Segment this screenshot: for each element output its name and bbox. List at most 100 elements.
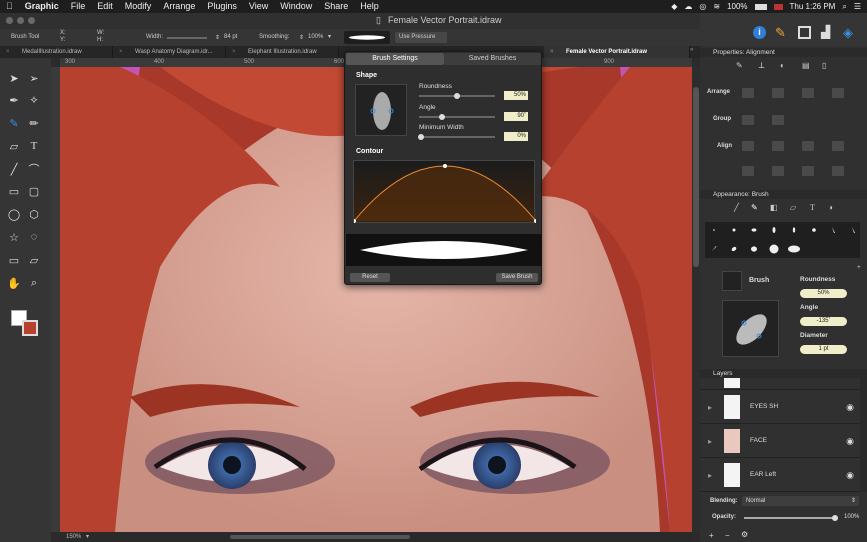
direct-selection-tool-icon[interactable]: ➢ <box>26 70 42 86</box>
spotlight-icon[interactable]: ⌕ <box>842 2 846 12</box>
brush-style-icon[interactable]: ✎ <box>751 203 758 212</box>
distribute-h-icon[interactable] <box>832 141 844 151</box>
minimize-window-button[interactable] <box>17 17 24 24</box>
layer-row[interactable]: ▸ EYES SH ◉ <box>700 391 860 424</box>
width-value[interactable]: 84 pt <box>224 34 237 40</box>
align-top-icon[interactable] <box>742 166 754 176</box>
ellipse-tool-icon[interactable]: ◯ <box>6 206 22 222</box>
roundness-value[interactable]: 50% <box>504 91 528 100</box>
zoom-dropdown-icon[interactable]: ▾ <box>86 533 89 540</box>
slice-tool-icon[interactable]: ▭ <box>6 252 22 268</box>
stroke-color-swatch[interactable] <box>22 320 38 336</box>
bring-front-icon[interactable] <box>742 88 754 98</box>
blending-dropdown[interactable]: Normal ⇕ <box>742 496 859 506</box>
cloud-icon[interactable]: ☁ <box>684 2 692 11</box>
skew-tool-icon[interactable]: ▱ <box>26 252 42 268</box>
pen-tool-icon[interactable]: ✒ <box>6 92 22 108</box>
brush-shape-preview[interactable] <box>722 300 779 357</box>
send-backward-icon[interactable] <box>802 88 814 98</box>
width-slider[interactable] <box>167 37 207 39</box>
visibility-eye-icon[interactable]: ◉ <box>846 436 854 447</box>
close-tab-icon[interactable]: × <box>550 46 554 58</box>
group-icon[interactable] <box>742 115 754 125</box>
menu-file[interactable]: File <box>65 0 92 13</box>
appearance-diameter-stepper[interactable]: 1 pt <box>800 345 847 354</box>
tab-brush-settings[interactable]: Brush Settings <box>346 53 444 65</box>
arc-tool-icon[interactable]: ⌒ <box>26 161 42 177</box>
close-tab-icon[interactable]: × <box>232 46 236 58</box>
align-bottom-icon[interactable] <box>802 166 814 176</box>
angle-slider[interactable] <box>419 114 495 120</box>
layers-scrollbar[interactable] <box>860 378 867 492</box>
align-center-icon[interactable] <box>772 141 784 151</box>
close-tab-icon[interactable]: × <box>6 46 10 58</box>
menu-share[interactable]: Share <box>318 0 354 13</box>
reset-button[interactable]: Reset <box>350 273 390 282</box>
info-icon[interactable]: i <box>753 26 766 39</box>
grid-icon[interactable] <box>798 26 811 39</box>
layer-row[interactable] <box>700 378 860 390</box>
width-stepper-icon[interactable]: ⇕ <box>215 34 220 41</box>
min-width-slider[interactable] <box>417 134 495 140</box>
align-right-icon[interactable] <box>802 141 814 151</box>
wifi-icon[interactable]: ≋ <box>713 2 720 11</box>
opacity-slider[interactable] <box>744 515 838 521</box>
menu-view[interactable]: View <box>243 0 274 13</box>
horizontal-scrollbar[interactable] <box>230 535 410 539</box>
selection-tool-icon[interactable]: ➤ <box>6 70 22 86</box>
visibility-eye-icon[interactable]: ◉ <box>846 470 854 481</box>
rectangle-tool-icon[interactable]: ▭ <box>6 183 22 199</box>
effects-icon[interactable]: ◑ <box>828 203 833 212</box>
line-icon[interactable]: ╱ <box>734 203 739 212</box>
pencil-tool-icon[interactable]: ✏ <box>26 115 42 131</box>
menu-edit[interactable]: Edit <box>91 0 119 13</box>
tab-medal[interactable]: × MedalIllustration.idraw <box>0 46 113 58</box>
menu-modify[interactable]: Modify <box>119 0 158 13</box>
close-tab-icon[interactable]: × <box>119 46 123 58</box>
ruler-icon[interactable]: ✎ <box>775 25 786 41</box>
add-layer-icon[interactable]: + <box>709 531 714 540</box>
contour-graph[interactable] <box>352 160 538 223</box>
line-tool-icon[interactable]: ╱ <box>6 161 22 177</box>
scroll-thumb[interactable] <box>693 87 699 267</box>
sync-icon[interactable]: ◎ <box>699 2 706 11</box>
menu-window[interactable]: Window <box>274 0 318 13</box>
zoom-level[interactable]: 150% <box>66 534 81 540</box>
layer-options-gear-icon[interactable]: ⚙ <box>741 530 748 539</box>
tab-saved-brushes[interactable]: Saved Brushes <box>444 53 541 65</box>
disclosure-arrow-icon[interactable]: ▸ <box>708 471 712 480</box>
send-back-icon[interactable] <box>832 88 844 98</box>
dropbox-icon[interactable]: ◆ <box>671 2 677 11</box>
layer-row[interactable]: ▸ EAR Left ◉ <box>700 459 860 492</box>
align-left-icon[interactable] <box>742 141 754 151</box>
appearance-angle-stepper[interactable]: -135˚ <box>800 317 847 326</box>
pen-style-icon[interactable]: ✎ <box>736 61 743 70</box>
close-window-button[interactable] <box>6 17 13 24</box>
layers-icon[interactable]: ◈ <box>843 25 853 41</box>
text-tool-icon[interactable]: T <box>26 138 42 154</box>
opacity-value[interactable]: 100% <box>844 514 859 520</box>
vertical-ruler[interactable] <box>51 67 60 532</box>
fill-icon[interactable]: ◧ <box>770 203 778 212</box>
angle-value[interactable]: 90˚ <box>504 112 528 121</box>
tab-female-portrait[interactable]: × Female Vector Portrait.idraw <box>544 46 690 58</box>
pressure-dropdown[interactable]: Use Pressure <box>395 32 447 43</box>
roundness-slider[interactable] <box>419 93 495 99</box>
tab-overflow-icon[interactable]: » <box>690 47 693 53</box>
polygon-tool-icon[interactable]: ⬡ <box>26 206 42 222</box>
disclosure-arrow-icon[interactable]: ▸ <box>708 403 712 412</box>
tab-elephant[interactable]: × Elephant Illustration.idraw <box>226 46 339 58</box>
angle-slider-knob[interactable] <box>438 114 445 120</box>
min-width-slider-knob[interactable] <box>417 134 424 140</box>
spiral-tool-icon[interactable]: ◌ <box>26 229 42 245</box>
shadow-icon[interactable]: ◐ <box>780 61 785 70</box>
min-width-value[interactable]: 0% <box>504 132 528 141</box>
brush-swatch[interactable] <box>722 271 742 291</box>
menu-help[interactable]: Help <box>354 0 385 13</box>
paint-roller-icon[interactable]: ▟ <box>821 25 830 39</box>
flag-icon[interactable] <box>773 3 783 10</box>
shape-preview[interactable] <box>355 84 407 136</box>
align-tab-icon[interactable]: ⊥ <box>758 61 765 70</box>
text-style-icon[interactable]: T <box>810 203 815 212</box>
anchor-tool-icon[interactable]: ⟡ <box>26 92 42 108</box>
